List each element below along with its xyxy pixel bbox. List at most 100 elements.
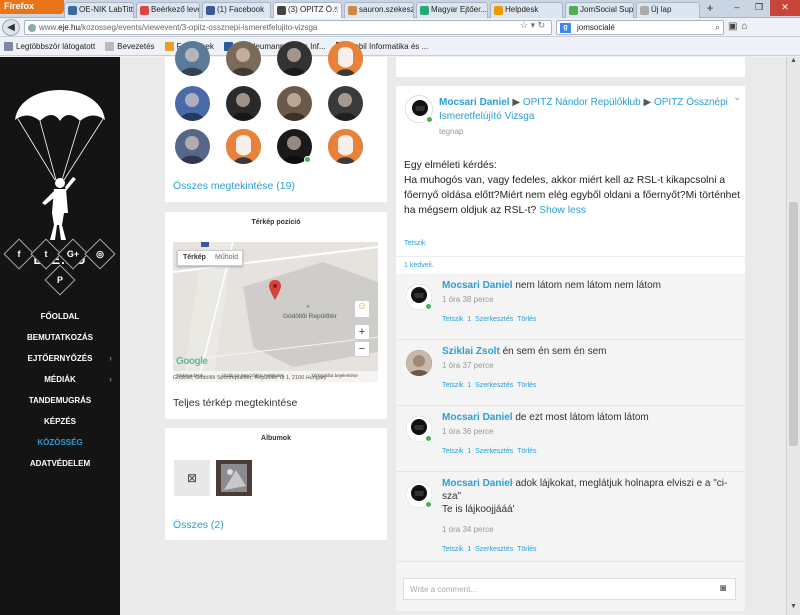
member-avatar[interactable] — [328, 86, 363, 121]
member-avatar[interactable] — [226, 41, 261, 76]
browser-tab[interactable]: JomSocial Sup... — [565, 2, 634, 18]
page-scrollbar[interactable]: ▲ ▼ — [786, 57, 800, 615]
map-type-map[interactable]: Térkép — [183, 254, 206, 261]
sidebar-item-6[interactable]: KÉPZÉS — [0, 411, 120, 432]
chevron-down-icon[interactable]: ⌄ — [733, 92, 741, 103]
scroll-up-icon[interactable]: ▲ — [787, 57, 800, 69]
sidebar-item-4[interactable]: MÉDIÁK › — [0, 369, 120, 390]
comment-like-count[interactable]: 1 — [467, 448, 471, 455]
tab-label: JomSocial Sup... — [580, 5, 634, 14]
comment-author-link[interactable]: Mocsari Daniel — [442, 280, 513, 291]
street-view-pegman-icon[interactable]: ☺ — [354, 300, 370, 318]
comment-author-link[interactable]: Mocsari Daniel — [442, 478, 513, 489]
post-author-link[interactable]: Mocsari Daniel — [439, 97, 510, 108]
member-avatar[interactable] — [226, 86, 261, 121]
camera-icon[interactable]: ◙ — [720, 583, 726, 594]
comment-delete-link[interactable]: Törlés — [517, 382, 536, 389]
member-avatar[interactable] — [277, 41, 312, 76]
member-avatar[interactable] — [175, 86, 210, 121]
browser-tab[interactable]: (3) OPITZ Ö... × — [273, 2, 342, 18]
scrollbar-thumb[interactable] — [789, 202, 798, 446]
comment-like-link[interactable]: Tetszik — [442, 382, 463, 389]
comment-like-count[interactable]: 1 — [467, 316, 471, 323]
member-avatar[interactable] — [226, 129, 261, 164]
scroll-down-icon[interactable]: ▼ — [787, 603, 800, 615]
bookmark-item[interactable]: Bevezetés — [105, 41, 155, 51]
sidebar-item-1[interactable]: FŐOLDAL — [0, 306, 120, 327]
star-icon[interactable]: ☆ — [520, 20, 528, 30]
comment-like-count[interactable]: 1 — [467, 546, 471, 553]
comment-author-link[interactable]: Sziklai Zsolt — [442, 346, 500, 357]
dropdown-icon[interactable]: ▾ — [531, 20, 536, 30]
member-avatar[interactable] — [328, 129, 363, 164]
magnifier-icon[interactable]: ⌕ — [715, 22, 720, 33]
map-pin-icon[interactable] — [269, 280, 281, 303]
albums-title: Albumok — [261, 435, 291, 442]
post-group-link[interactable]: OPITZ Nándor Repülőklub — [523, 97, 641, 108]
pinterest-icon[interactable]: P — [44, 264, 76, 296]
comment-delete-link[interactable]: Törlés — [517, 316, 536, 323]
sidebar-item-5[interactable]: TANDEMUGRÁS — [0, 390, 120, 411]
sidebar-item-3[interactable]: EJTŐERNYŐZÉS › — [0, 348, 120, 369]
close-tab-icon[interactable]: × — [333, 4, 338, 13]
album-placeholder-icon[interactable]: ⊠ — [174, 460, 210, 496]
comment-delete-link[interactable]: Törlés — [517, 546, 536, 553]
post-likes-count[interactable]: 1 kedveli. — [404, 262, 434, 269]
member-avatar[interactable] — [175, 41, 210, 76]
comment-edit-link[interactable]: Szerkesztés — [475, 316, 513, 323]
all-members-link[interactable]: Összes megtekintése (19) — [173, 180, 295, 192]
comment-actions: Tetszik 1 Szerkesztés Törlés — [442, 316, 537, 323]
comment-author-link[interactable]: Mocsari Daniel — [442, 412, 513, 423]
comment-input[interactable]: Write a comment... ◙ — [403, 578, 736, 600]
tab-favicon-icon — [640, 6, 649, 15]
comment-body-line2: Te is lájkoojjááá' — [442, 504, 515, 515]
member-avatar[interactable] — [277, 86, 312, 121]
new-tab-button[interactable]: + — [701, 2, 719, 16]
bookmark-icon — [4, 41, 13, 51]
bookmark-item[interactable]: Legtöbbször látogatott — [4, 41, 95, 51]
sidebar-item-7[interactable]: KÖZÖSSÉG — [0, 432, 120, 453]
comment-like-link[interactable]: Tetszik — [442, 448, 463, 455]
browser-tab[interactable]: Helpdesk — [490, 2, 563, 18]
url-bar[interactable]: www.eje.hu/kozosseg/events/viewevent/3-o… — [24, 20, 552, 35]
all-albums-link[interactable]: Összes (2) — [173, 519, 224, 531]
map-type-satellite[interactable]: Műhold — [215, 254, 238, 261]
comment-like-link[interactable]: Tetszik — [442, 546, 463, 553]
zoom-out-button[interactable]: − — [354, 341, 370, 357]
google-map[interactable]: Térkép Műhold ✈ Gödöllői Repülőtér ☺ + −… — [173, 242, 378, 382]
comment-author-avatar[interactable] — [406, 350, 432, 376]
reload-icon[interactable]: ↻ — [538, 20, 546, 30]
back-arrow-icon[interactable]: ◀ — [2, 19, 20, 36]
firefox-menu-button[interactable]: Firefox — [0, 0, 64, 14]
browser-tab[interactable]: Magyar Ejtőer... — [416, 2, 488, 18]
navigation-bar: ◀ www.eje.hu/kozosseg/events/viewevent/3… — [0, 18, 800, 37]
browser-tab[interactable]: Új lap — [636, 2, 700, 18]
zoom-in-button[interactable]: + — [354, 324, 370, 340]
post-like-link[interactable]: Tetszik — [404, 240, 425, 247]
comment-like-count[interactable]: 1 — [467, 382, 471, 389]
member-avatar[interactable] — [175, 129, 210, 164]
home-icon[interactable]: ⌂ — [741, 21, 751, 32]
comment-edit-link[interactable]: Szerkesztés — [475, 546, 513, 553]
view-full-map-link[interactable]: Teljes térkép megtekintése — [173, 397, 297, 409]
close-icon[interactable]: ✕ — [770, 0, 800, 16]
minimize-icon[interactable]: – — [726, 0, 748, 16]
maximize-icon[interactable]: ❐ — [748, 0, 770, 16]
browser-tab[interactable]: (1) Facebook — [202, 2, 271, 18]
browser-tab[interactable]: sauron.szekesz... — [344, 2, 414, 18]
comment-like-link[interactable]: Tetszik — [442, 316, 463, 323]
show-less-link[interactable]: Show less — [539, 205, 586, 216]
menu-icon[interactable]: ▣ — [728, 21, 741, 32]
browser-tab[interactable]: OE-NIK LabTitt — [64, 2, 134, 18]
parachutist-logo[interactable] — [10, 75, 110, 245]
comment-edit-link[interactable]: Szerkesztés — [475, 382, 513, 389]
sidebar-item-2[interactable]: BEMUTATKOZÁS — [0, 327, 120, 348]
browser-tab[interactable]: Beérkező level... — [136, 2, 200, 18]
tab-label: Magyar Ejtőer... — [431, 5, 488, 14]
search-input[interactable]: g jomsocialé ⌕ — [556, 20, 724, 35]
member-avatar[interactable] — [328, 41, 363, 76]
comment-edit-link[interactable]: Szerkesztés — [475, 448, 513, 455]
sidebar-item-8[interactable]: ADATVÉDELEM — [0, 453, 120, 474]
album-cover-photo[interactable] — [216, 460, 252, 496]
comment-delete-link[interactable]: Törlés — [517, 448, 536, 455]
